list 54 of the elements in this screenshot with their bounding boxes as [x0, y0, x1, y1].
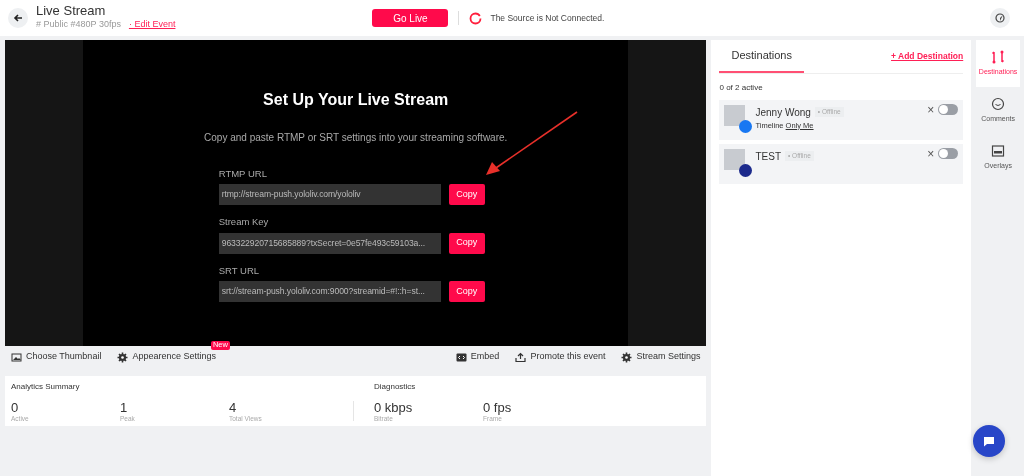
add-destination-link[interactable]: + Add Destination	[891, 49, 964, 63]
gear-icon	[117, 351, 129, 363]
active-count: 0 of 2 active	[719, 81, 764, 94]
copy-button[interactable]: Copy	[448, 280, 485, 302]
field-label: RTMP URL	[218, 167, 268, 181]
toggle-switch[interactable]	[938, 147, 959, 159]
code-icon	[455, 351, 467, 363]
back-arrow-icon	[13, 13, 23, 23]
stat-value: 0 fps	[483, 401, 513, 414]
field-label: SRT URL	[218, 263, 261, 278]
toggle-switch[interactable]	[938, 103, 959, 115]
destination-name: Jenny Wong	[755, 105, 811, 120]
route-icon	[991, 49, 1006, 64]
platform-badge-icon	[739, 163, 753, 177]
url-field[interactable]: rtmp://stream-push.yololiv.com/yololiv	[218, 184, 441, 206]
diagnostics-title: Diagnostics	[374, 381, 417, 393]
setup-title: Set Up Your Live Stream	[263, 90, 449, 110]
go-live-button[interactable]: Go Live	[372, 9, 449, 27]
remove-button[interactable]: ×	[927, 147, 935, 160]
edit-event-link[interactable]: · Edit Event	[128, 18, 176, 32]
page-title: Live Stream	[36, 4, 107, 19]
stream-meta: # Public #480P 30fps	[36, 18, 121, 32]
image-icon	[11, 351, 22, 363]
gear-icon	[621, 351, 633, 363]
stat-value: 4	[229, 401, 238, 414]
stat-value: 1	[120, 401, 129, 414]
destination-name: TEST	[755, 149, 781, 164]
back-button[interactable]	[8, 8, 28, 28]
chat-icon	[983, 435, 995, 447]
chat-icon	[991, 96, 1006, 111]
toolbar-button[interactable]: Promote this event	[515, 350, 606, 364]
connection-status: The Source is Not Connected.	[490, 11, 605, 25]
share-icon	[515, 351, 527, 363]
status-ring-icon	[469, 11, 483, 25]
chat-button[interactable]	[973, 425, 1005, 457]
facebook-badge-icon	[739, 119, 753, 133]
overlay-icon	[991, 143, 1006, 158]
remove-button[interactable]: ×	[927, 103, 935, 116]
url-field[interactable]: srt://stream-push.yololiv.com:9000?streamid=#!::h=st...	[218, 280, 441, 302]
url-field[interactable]: 963322920715685889?txSecret=0e57fe493c59103a...	[218, 232, 441, 254]
stat-value: 0	[11, 401, 20, 414]
toolbar-button[interactable]: Embed	[455, 350, 500, 364]
toolbar-button[interactable]: Appearence Settings	[117, 350, 216, 364]
copy-button[interactable]: Copy	[448, 232, 485, 254]
compass-icon	[995, 13, 1005, 23]
destinations-tab[interactable]: Destinations	[719, 40, 804, 73]
toolbar-button[interactable]: Stream Settings	[621, 350, 701, 364]
stat-value: 0 kbps	[374, 401, 414, 414]
copy-button[interactable]: Copy	[448, 184, 485, 206]
analytics-title: Analytics Summary	[11, 381, 81, 393]
field-label: Stream Key	[218, 215, 270, 230]
setup-subtitle: Copy and paste RTMP or SRT settings into your streaming software.	[204, 131, 508, 145]
theme-toggle-button[interactable]	[990, 8, 1010, 28]
toolbar-button[interactable]: Choose Thumbnail	[11, 350, 102, 364]
